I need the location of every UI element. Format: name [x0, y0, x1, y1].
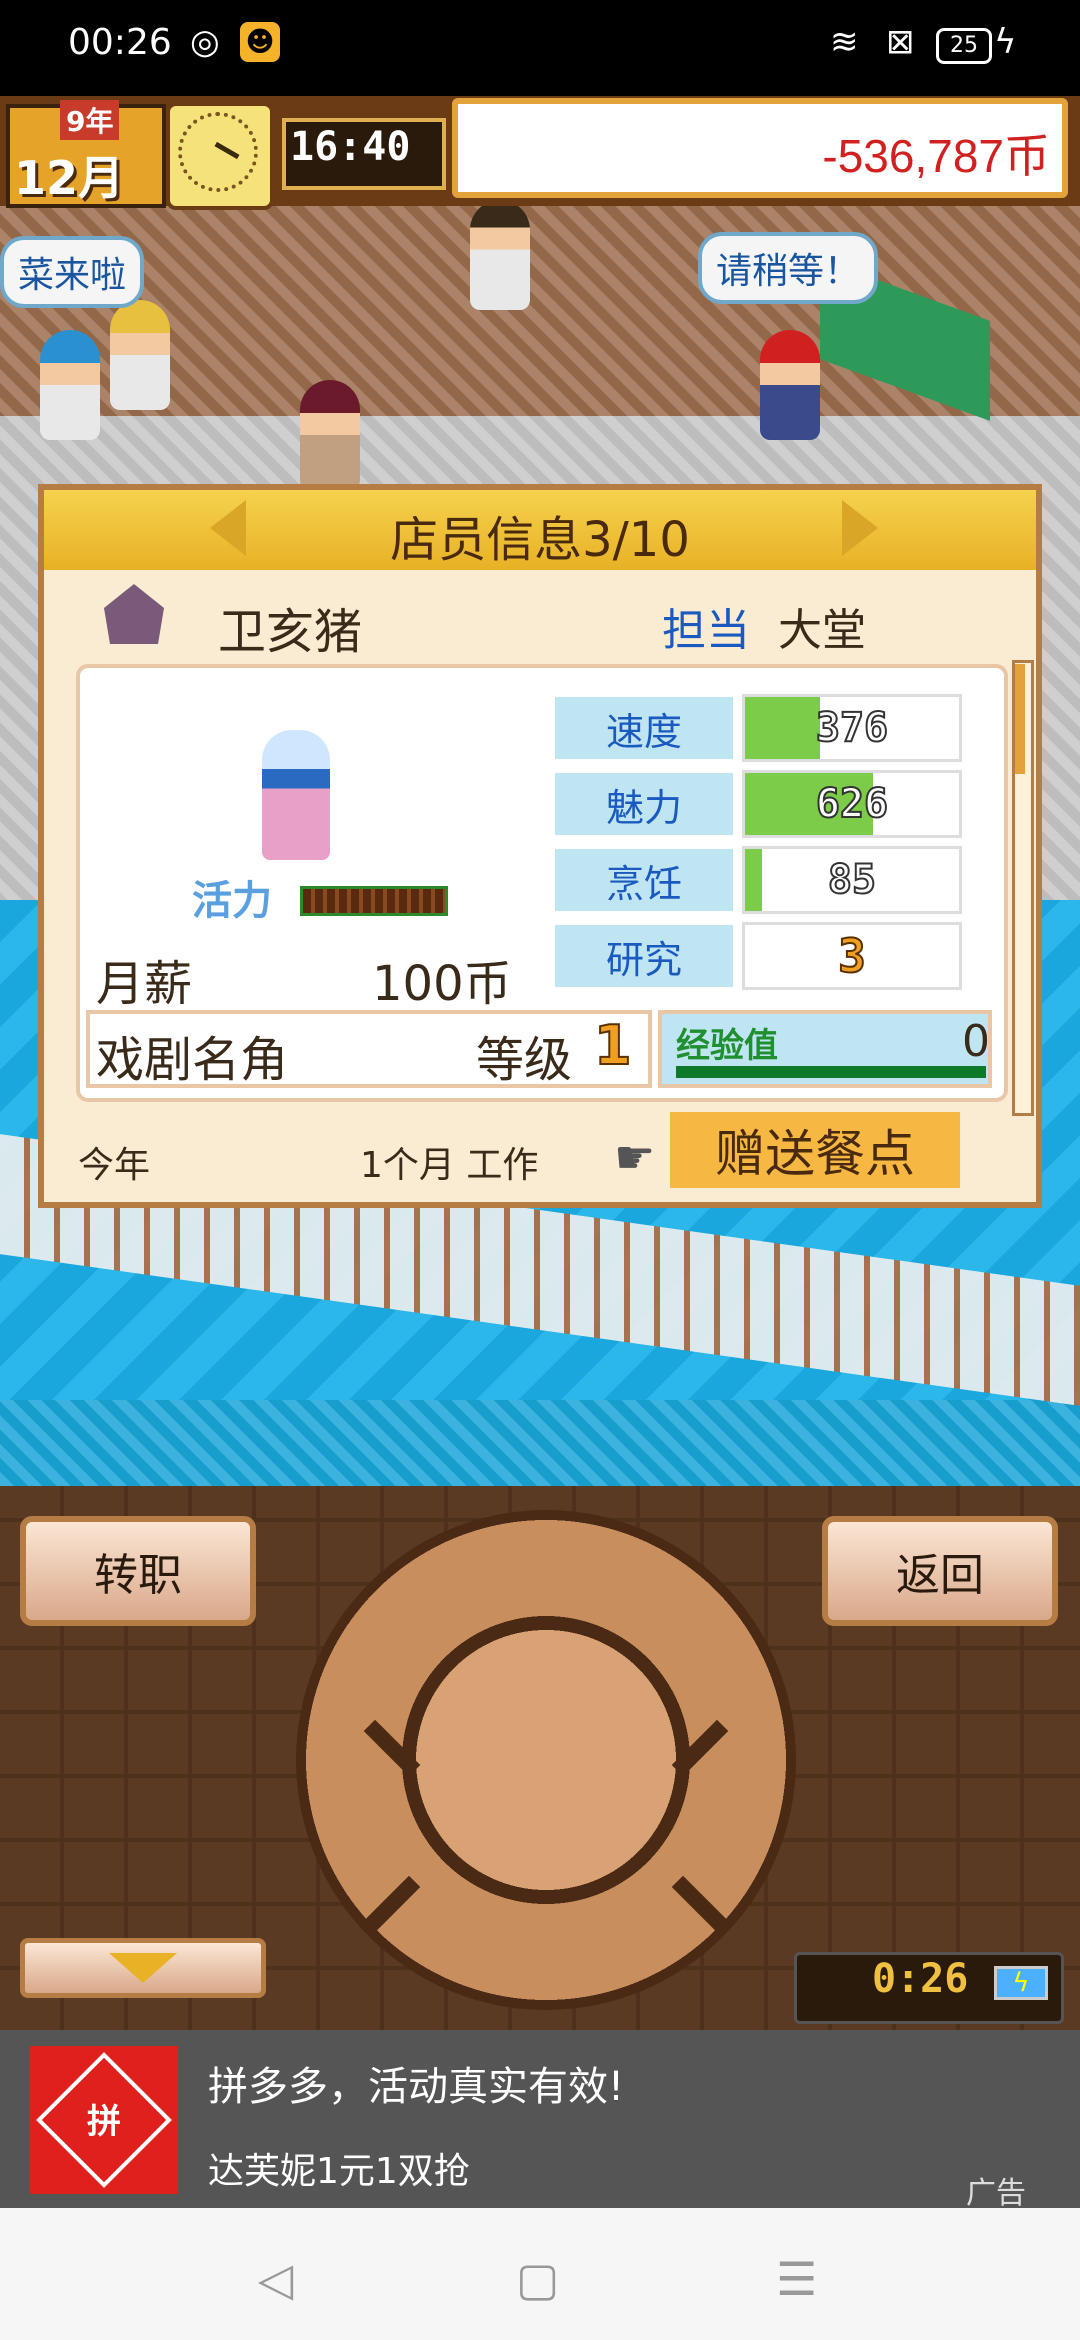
scroll-down-button[interactable] [20, 1938, 266, 1998]
customer-character [470, 200, 530, 310]
pointing-hand-icon: ☛ [614, 1130, 656, 1184]
cook-character [110, 300, 170, 410]
notification-icon: ◎ [190, 22, 220, 62]
level-label: 等级 [476, 1032, 573, 1088]
diner-character [300, 380, 360, 490]
stat-bar: 376 [742, 694, 962, 762]
status-time: 00:26 [68, 22, 172, 63]
stat-bar: 85 [742, 846, 962, 914]
timer-value: 0:26 [872, 1956, 969, 2002]
stat-value: 85 [827, 856, 877, 904]
experience-label: 经验值 [676, 1026, 778, 1066]
battery-charging-icon: ϟ [994, 1966, 1048, 2000]
app-notification-icon: ☻ [240, 22, 280, 62]
stat-bar: 626 [742, 770, 962, 838]
year-label: 9年 [60, 100, 120, 140]
nav-back-icon[interactable]: ◁ [258, 2252, 293, 2306]
salary-value: 100币 [372, 956, 512, 1012]
stat-value: 626 [815, 780, 889, 828]
change-job-button[interactable]: 转职 [20, 1516, 256, 1626]
scrollbar-thumb[interactable] [1015, 664, 1025, 774]
status-bar: 00:26 ◎ ☻ ≋ ⊠ 25 ϟ [0, 0, 1080, 96]
stat-row-research: 研究 3 [552, 922, 962, 990]
work-duration: 1个月 工作 [360, 1145, 539, 1186]
stat-row-charm: 魅力 626 [552, 770, 962, 838]
role-label: 担当 [662, 605, 750, 656]
skill-name: 戏剧名角 [96, 1032, 289, 1088]
experience-value: 0 [962, 1016, 990, 1067]
chef-character [40, 330, 100, 440]
sim-icon: ⊠ [886, 22, 915, 62]
chevron-down-icon [109, 1953, 177, 1983]
game-time: 16:40 [290, 124, 411, 170]
charging-icon: ϟ [994, 22, 1017, 62]
level-value: 1 [593, 1013, 633, 1078]
stat-name: 研究 [552, 922, 736, 990]
vitality-bar [300, 886, 448, 916]
ad-tag: 广告 [966, 2176, 1026, 2211]
staff-avatar [262, 730, 330, 860]
panel-title: 店员信息3/10 [390, 512, 690, 568]
gift-meal-button[interactable]: 赠送餐点 [670, 1112, 960, 1188]
this-year-label: 今年 [78, 1145, 151, 1186]
nav-home-icon[interactable]: ▢ [516, 2252, 559, 2306]
battery-icon: 25 [936, 28, 992, 64]
logo-text: 拼 [87, 2102, 121, 2142]
clock-face [178, 112, 258, 192]
vitality-label: 活力 [192, 878, 272, 924]
month-label: 12月 [14, 151, 125, 205]
stat-name: 烹饪 [552, 846, 736, 914]
stat-value: 376 [815, 704, 889, 752]
directional-pad[interactable] [296, 1510, 796, 2010]
staff-name: 卫亥猪 [218, 604, 363, 660]
nav-menu-icon[interactable]: ☰ [776, 2252, 817, 2306]
role-value: 大堂 [778, 605, 866, 656]
experience-bar [676, 1066, 986, 1078]
stat-value: 3 [837, 928, 867, 984]
speech-bubble-food-ready: 菜来啦 [0, 236, 145, 308]
stat-name: 速度 [552, 694, 736, 762]
money-value: -536,787币 [822, 130, 1050, 182]
stat-bar: 3 [742, 922, 962, 990]
waiter-character [760, 330, 820, 440]
stat-row-speed: 速度 376 [552, 694, 962, 762]
speech-bubble-please-wait: 请稍等！ [698, 232, 879, 304]
wifi-icon: ≋ [830, 22, 859, 62]
stat-name: 魅力 [552, 770, 736, 838]
back-button[interactable]: 返回 [822, 1516, 1058, 1626]
ad-title[interactable]: 拼多多，活动真实有效! [208, 2054, 624, 2112]
ad-subtitle[interactable]: 达芙妮1元1双抢 [208, 2142, 470, 2194]
stat-row-cooking: 烹饪 85 [552, 846, 962, 914]
salary-label: 月薪 [96, 956, 193, 1012]
